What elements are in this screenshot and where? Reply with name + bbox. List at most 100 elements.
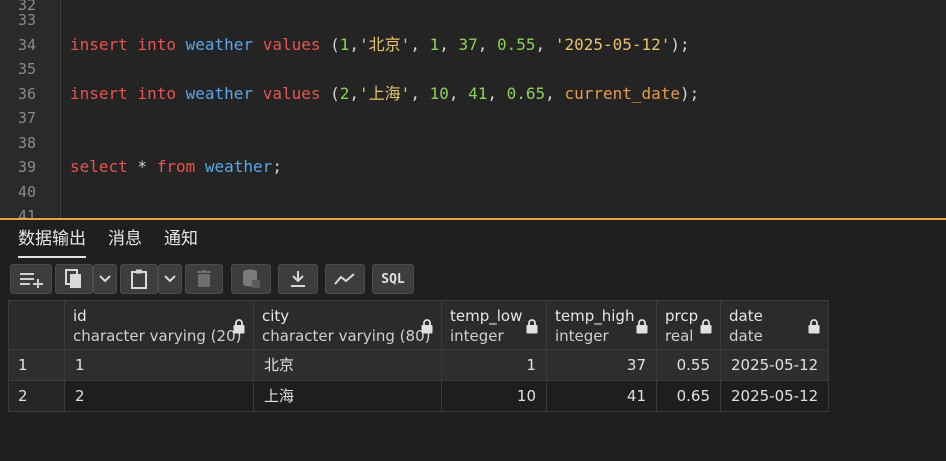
code-token: 41: [468, 84, 488, 103]
column-header-temp-high[interactable]: temp_high integer: [546, 300, 657, 350]
lock-icon: [700, 319, 712, 334]
column-name: date: [729, 307, 763, 325]
code-line[interactable]: 41: [0, 204, 946, 218]
row-number-header[interactable]: [8, 300, 65, 350]
code-line[interactable]: 34 insert into weather values (1,'北京', 1,…: [0, 33, 946, 57]
results-grid: id character varying (20) city character…: [8, 300, 830, 412]
column-header-prcp[interactable]: prcp real: [656, 300, 721, 350]
code-line[interactable]: 36 insert into weather values (2,'上海', 10…: [0, 82, 946, 106]
code-token: (: [320, 84, 340, 103]
row-number-cell[interactable]: 1: [8, 349, 65, 381]
code-token: ;: [272, 157, 282, 176]
database-save-icon: [243, 269, 260, 288]
code-token: ,: [448, 84, 469, 103]
code-token: 0.65: [506, 84, 546, 103]
code-token: insert: [70, 35, 128, 54]
code-text: insert into weather values (1,'北京', 1, 3…: [70, 33, 690, 57]
column-name: city: [262, 307, 290, 325]
table-cell[interactable]: 10: [441, 380, 547, 412]
column-name: id: [73, 307, 87, 325]
add-row-button[interactable]: [10, 264, 52, 294]
code-token: ,: [439, 35, 459, 54]
table-cell[interactable]: 1: [441, 349, 547, 381]
column-name: prcp: [665, 307, 699, 325]
delete-button[interactable]: [185, 264, 223, 294]
save-data-button[interactable]: [231, 264, 271, 294]
code-token: );: [680, 84, 700, 103]
copy-options-dropdown[interactable]: [93, 264, 117, 294]
line-number: 35: [17, 60, 36, 78]
code-token: 0.55: [497, 35, 536, 54]
trash-icon: [197, 270, 211, 287]
column-name: temp_low: [450, 307, 523, 325]
paste-options-dropdown[interactable]: [158, 264, 182, 294]
line-number: 41: [17, 207, 36, 218]
code-line[interactable]: 33: [0, 8, 946, 32]
code-line[interactable]: 38: [0, 131, 946, 155]
code-token: );: [670, 35, 690, 54]
line-number: 40: [17, 183, 36, 201]
code-line[interactable]: 37: [0, 106, 946, 130]
lock-icon: [233, 319, 245, 334]
table-cell[interactable]: 北京: [253, 349, 442, 381]
table-row: 1 1 北京 1 37 0.55 2025-05-12: [8, 349, 830, 381]
table-cell[interactable]: 0.65: [656, 380, 721, 412]
code-line[interactable]: 35: [0, 57, 946, 81]
lock-icon: [421, 319, 433, 334]
download-button[interactable]: [278, 264, 318, 294]
code-line[interactable]: 40: [0, 180, 946, 204]
copy-button[interactable]: [55, 264, 93, 294]
code-token: values: [262, 35, 321, 54]
code-text: select * from weather;: [70, 155, 282, 179]
table-cell[interactable]: 37: [546, 349, 657, 381]
add-row-icon: [20, 273, 43, 288]
column-header-date[interactable]: date date: [719, 300, 830, 350]
table-cell[interactable]: 2025-05-12: [719, 349, 830, 381]
table-row: 2 2 上海 10 41 0.65 2025-05-12: [8, 380, 830, 412]
graph-visualiser-button[interactable]: [325, 264, 365, 294]
row-number-cell[interactable]: 2: [8, 380, 65, 412]
code-token: into: [137, 35, 176, 54]
data-output-toolbar: SQL: [0, 258, 946, 300]
table-cell[interactable]: 1: [64, 349, 254, 381]
column-name: temp_high: [555, 307, 635, 325]
code-token: ,: [487, 84, 507, 103]
paste-icon: [131, 269, 147, 289]
tab-messages[interactable]: 消息: [108, 228, 142, 256]
chevron-down-icon: [99, 275, 111, 283]
line-chart-icon: [334, 273, 355, 285]
sql-button-label: SQL: [381, 271, 405, 287]
code-token: weather: [204, 157, 273, 176]
table-cell[interactable]: 41: [546, 380, 657, 412]
column-type: date: [729, 327, 763, 345]
code-token: insert: [70, 84, 128, 103]
line-number: 39: [17, 158, 36, 176]
lock-icon: [636, 319, 648, 334]
code-token: ,: [410, 35, 430, 54]
chevron-down-icon: [164, 275, 176, 283]
table-cell[interactable]: 2: [64, 380, 254, 412]
line-number: 33: [17, 11, 36, 29]
code-token: weather: [185, 84, 254, 103]
code-line[interactable]: 39 select * from weather;: [0, 155, 946, 179]
column-header-id[interactable]: id character varying (20): [64, 300, 254, 350]
sql-editor[interactable]: 32 33 34 insert into weather values (1,'北京'…: [0, 0, 946, 218]
code-token: into: [137, 84, 176, 103]
tab-data-output[interactable]: 数据输出: [18, 228, 86, 258]
paste-button[interactable]: [120, 264, 158, 294]
output-tabs: 数据输出 消息 通知: [0, 220, 946, 258]
table-cell[interactable]: 上海: [253, 380, 442, 412]
code-token: '2025-05-12': [554, 35, 671, 54]
table-cell[interactable]: 0.55: [656, 349, 721, 381]
code-token: select: [70, 157, 128, 176]
column-header-temp-low[interactable]: temp_low integer: [441, 300, 547, 350]
column-header-city[interactable]: city character varying (80): [253, 300, 442, 350]
tab-notifications[interactable]: 通知: [164, 228, 198, 256]
sql-button[interactable]: SQL: [372, 264, 414, 294]
table-cell[interactable]: 2025-05-12: [719, 380, 830, 412]
